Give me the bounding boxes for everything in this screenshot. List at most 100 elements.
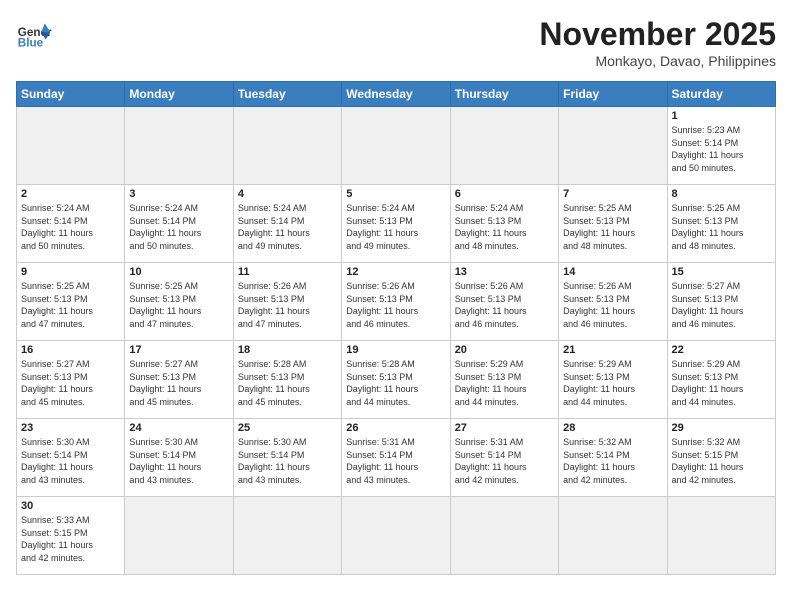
- calendar-week-3: 9Sunrise: 5:25 AM Sunset: 5:13 PM Daylig…: [17, 263, 776, 341]
- day-number: 16: [21, 344, 120, 356]
- calendar-cell: 30Sunrise: 5:33 AM Sunset: 5:15 PM Dayli…: [17, 497, 125, 575]
- day-info: Sunrise: 5:25 AM Sunset: 5:13 PM Dayligh…: [672, 202, 771, 252]
- day-info: Sunrise: 5:24 AM Sunset: 5:14 PM Dayligh…: [238, 202, 337, 252]
- calendar-cell: 21 Sunrise: 5:29 AM Sunset: 5:13 PM Dayli…: [559, 341, 667, 419]
- day-info: Sunrise: 5:25 AM Sunset: 5:13 PM Dayligh…: [21, 280, 120, 330]
- calendar-table: SundayMondayTuesdayWednesdayThursdayFrid…: [16, 81, 776, 575]
- calendar-cell: 8 Sunrise: 5:25 AM Sunset: 5:13 PM Daylig…: [667, 185, 775, 263]
- day-info: Sunrise: 5:29 AM Sunset: 5:13 PM Dayligh…: [563, 358, 662, 408]
- day-info: Sunrise: 5:32 AM Sunset: 5:15 PM Dayligh…: [672, 436, 771, 486]
- day-info: Sunrise: 5:24 AM Sunset: 5:14 PM Dayligh…: [21, 202, 120, 252]
- calendar-cell: [125, 107, 233, 185]
- day-info: Sunrise: 5:24 AM Sunset: 5:14 PM Dayligh…: [129, 202, 228, 252]
- calendar-cell: [342, 107, 450, 185]
- day-info: Sunrise: 5:24 AM Sunset: 5:13 PM Dayligh…: [346, 202, 445, 252]
- calendar-cell: [450, 497, 558, 575]
- calendar-cell: 7 Sunrise: 5:25 AM Sunset: 5:13 PM Daylig…: [559, 185, 667, 263]
- calendar-cell: 18 Sunrise: 5:28 AM Sunset: 5:13 PM Dayli…: [233, 341, 341, 419]
- calendar-cell: 16Sunrise: 5:27 AM Sunset: 5:13 PM Dayli…: [17, 341, 125, 419]
- calendar-week-4: 16 Sunrise: 5:27 AM Sunset: 5:13 PM Dayli…: [17, 341, 776, 419]
- day-number: 28: [563, 422, 662, 434]
- calendar-cell: 24 Sunrise: 5:30 AM Sunset: 5:14 PM Dayli…: [125, 419, 233, 497]
- calendar-cell: 2 Sunrise: 5:24 AM Sunset: 5:14 PM Daylig…: [17, 185, 125, 263]
- calendar-cell: 12Sunrise: 5:26 AM Sunset: 5:13 PM Dayli…: [342, 263, 450, 341]
- day-info: Sunrise: 5:31 AM Sunset: 5:14 PM Dayligh…: [346, 436, 445, 486]
- calendar-week-2: 2 Sunrise: 5:24 AM Sunset: 5:14 PM Daylig…: [17, 185, 776, 263]
- calendar-cell: [559, 107, 667, 185]
- day-number: 13: [455, 266, 554, 278]
- day-info: Sunrise: 5:25 AM Sunset: 5:13 PM Dayligh…: [129, 280, 228, 330]
- day-info: Sunrise: 5:28 AM Sunset: 5:13 PM Dayligh…: [238, 358, 337, 408]
- calendar-header-row: SundayMondayTuesdayWednesdayThursdayFrid…: [17, 82, 776, 107]
- day-number: 14: [563, 266, 662, 278]
- day-number: 7: [563, 188, 662, 200]
- month-title: November 2025: [539, 16, 776, 53]
- day-info: Sunrise: 5:26 AM Sunset: 5:13 PM Dayligh…: [238, 280, 337, 330]
- calendar-week-1: 1 Sunrise: 5:23 AM Sunset: 5:14 PM Daylig…: [17, 107, 776, 185]
- day-number: 27: [455, 422, 554, 434]
- day-number: 17: [129, 344, 228, 356]
- calendar-cell: 17 Sunrise: 5:27 AM Sunset: 5:13 PM Dayli…: [125, 341, 233, 419]
- calendar-week-5: 23 Sunrise: 5:30 AM Sunset: 5:14 PM Dayli…: [17, 419, 776, 497]
- day-info: Sunrise: 5:30 AM Sunset: 5:14 PM Dayligh…: [21, 436, 120, 486]
- day-info: Sunrise: 5:26 AM Sunset: 5:13 PM Dayligh…: [563, 280, 662, 330]
- calendar-cell: 20Sunrise: 5:29 AM Sunset: 5:13 PM Dayli…: [450, 341, 558, 419]
- day-number: 3: [129, 188, 228, 200]
- calendar-cell: 29Sunrise: 5:32 AM Sunset: 5:15 PM Dayli…: [667, 419, 775, 497]
- calendar-cell: 22Sunrise: 5:29 AM Sunset: 5:13 PM Dayli…: [667, 341, 775, 419]
- calendar-cell: 5 Sunrise: 5:24 AM Sunset: 5:13 PM Daylig…: [342, 185, 450, 263]
- calendar-cell: 26Sunrise: 5:31 AM Sunset: 5:14 PM Dayli…: [342, 419, 450, 497]
- calendar-cell: [233, 107, 341, 185]
- calendar-cell: [17, 107, 125, 185]
- day-number: 1: [672, 110, 771, 122]
- calendar-cell: [559, 497, 667, 575]
- calendar-cell: 4Sunrise: 5:24 AM Sunset: 5:14 PM Daylig…: [233, 185, 341, 263]
- day-info: Sunrise: 5:30 AM Sunset: 5:14 PM Dayligh…: [238, 436, 337, 486]
- calendar-cell: [667, 497, 775, 575]
- day-number: 20: [455, 344, 554, 356]
- calendar-cell: 25Sunrise: 5:30 AM Sunset: 5:14 PM Dayli…: [233, 419, 341, 497]
- day-number: 6: [455, 188, 554, 200]
- day-info: Sunrise: 5:29 AM Sunset: 5:13 PM Dayligh…: [672, 358, 771, 408]
- day-number: 8: [672, 188, 771, 200]
- calendar-week-6: 30Sunrise: 5:33 AM Sunset: 5:15 PM Dayli…: [17, 497, 776, 575]
- day-info: Sunrise: 5:27 AM Sunset: 5:13 PM Dayligh…: [129, 358, 228, 408]
- day-info: Sunrise: 5:26 AM Sunset: 5:13 PM Dayligh…: [455, 280, 554, 330]
- calendar-cell: 9Sunrise: 5:25 AM Sunset: 5:13 PM Daylig…: [17, 263, 125, 341]
- day-info: Sunrise: 5:31 AM Sunset: 5:14 PM Dayligh…: [455, 436, 554, 486]
- day-header-tuesday: Tuesday: [233, 82, 341, 107]
- calendar-cell: 28Sunrise: 5:32 AM Sunset: 5:14 PM Dayli…: [559, 419, 667, 497]
- logo: General Blue: [16, 16, 52, 52]
- day-info: Sunrise: 5:30 AM Sunset: 5:14 PM Dayligh…: [129, 436, 228, 486]
- day-header-sunday: Sunday: [17, 82, 125, 107]
- day-number: 15: [672, 266, 771, 278]
- day-header-saturday: Saturday: [667, 82, 775, 107]
- day-number: 2: [21, 188, 120, 200]
- calendar-cell: 10Sunrise: 5:25 AM Sunset: 5:13 PM Dayli…: [125, 263, 233, 341]
- calendar-cell: [342, 497, 450, 575]
- day-number: 12: [346, 266, 445, 278]
- calendar-cell: 3 Sunrise: 5:24 AM Sunset: 5:14 PM Daylig…: [125, 185, 233, 263]
- day-number: 5: [346, 188, 445, 200]
- page-header: General Blue November 2025 Monkayo, Dava…: [16, 16, 776, 69]
- day-header-friday: Friday: [559, 82, 667, 107]
- day-info: Sunrise: 5:25 AM Sunset: 5:13 PM Dayligh…: [563, 202, 662, 252]
- day-number: 21: [563, 344, 662, 356]
- day-info: Sunrise: 5:23 AM Sunset: 5:14 PM Dayligh…: [672, 124, 771, 174]
- day-info: Sunrise: 5:28 AM Sunset: 5:13 PM Dayligh…: [346, 358, 445, 408]
- calendar-cell: 11 Sunrise: 5:26 AM Sunset: 5:13 PM Dayli…: [233, 263, 341, 341]
- calendar-cell: 14 Sunrise: 5:26 AM Sunset: 5:13 PM Dayli…: [559, 263, 667, 341]
- day-number: 30: [21, 500, 120, 512]
- svg-text:Blue: Blue: [18, 37, 44, 50]
- day-number: 11: [238, 266, 337, 278]
- day-number: 24: [129, 422, 228, 434]
- location-subtitle: Monkayo, Davao, Philippines: [539, 53, 776, 69]
- calendar-cell: 27 Sunrise: 5:31 AM Sunset: 5:14 PM Dayli…: [450, 419, 558, 497]
- day-number: 18: [238, 344, 337, 356]
- day-number: 19: [346, 344, 445, 356]
- calendar-cell: 19 Sunrise: 5:28 AM Sunset: 5:13 PM Dayli…: [342, 341, 450, 419]
- calendar-cell: 23 Sunrise: 5:30 AM Sunset: 5:14 PM Dayli…: [17, 419, 125, 497]
- day-header-wednesday: Wednesday: [342, 82, 450, 107]
- day-header-monday: Monday: [125, 82, 233, 107]
- day-number: 23: [21, 422, 120, 434]
